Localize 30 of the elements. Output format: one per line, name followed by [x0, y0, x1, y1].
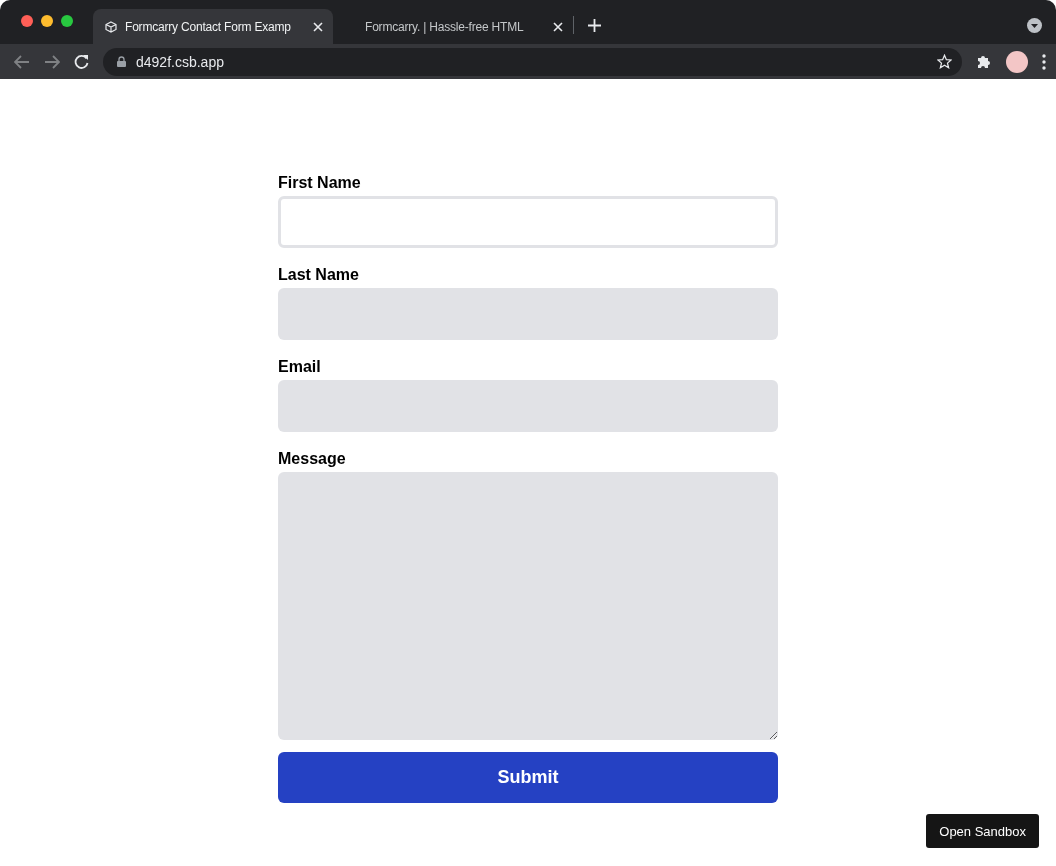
- text-field[interactable]: [278, 196, 778, 248]
- field-label: Message: [278, 450, 347, 468]
- close-window-button[interactable]: [21, 15, 33, 27]
- star-icon[interactable]: [937, 54, 952, 69]
- field-label: First Name: [278, 174, 362, 192]
- maximize-window-button[interactable]: [61, 15, 73, 27]
- puzzle-icon[interactable]: [976, 53, 992, 70]
- close-icon[interactable]: [313, 21, 323, 32]
- back-icon[interactable]: [14, 54, 30, 69]
- url-text: d492f.csb.app: [136, 53, 225, 70]
- reload-icon[interactable]: [74, 54, 89, 69]
- profile-avatar[interactable]: [1006, 50, 1028, 73]
- new-tab-icon[interactable]: [588, 18, 601, 32]
- text-field[interactable]: [278, 288, 778, 340]
- browser-tab[interactable]: Formcarry Contact Form Examp: [93, 9, 333, 44]
- message-field[interactable]: [278, 472, 778, 740]
- lock-icon: [117, 56, 126, 67]
- browser-tab[interactable]: Formcarry. | Hassle-free HTML: [333, 9, 573, 44]
- text-field[interactable]: [278, 380, 778, 432]
- minimize-window-button[interactable]: [41, 15, 53, 27]
- forward-icon[interactable]: [44, 54, 60, 69]
- address-bar[interactable]: d492f.csb.app: [103, 47, 962, 76]
- submit-button[interactable]: Submit: [278, 752, 778, 803]
- cube-icon: [105, 20, 117, 33]
- open-sandbox-button[interactable]: Open Sandbox: [926, 814, 1039, 848]
- field-label: Last Name: [278, 266, 360, 284]
- close-icon[interactable]: [553, 21, 563, 32]
- field-label: Email: [278, 358, 322, 376]
- menu-icon[interactable]: [1042, 53, 1046, 70]
- tab-search-icon[interactable]: [1027, 17, 1042, 33]
